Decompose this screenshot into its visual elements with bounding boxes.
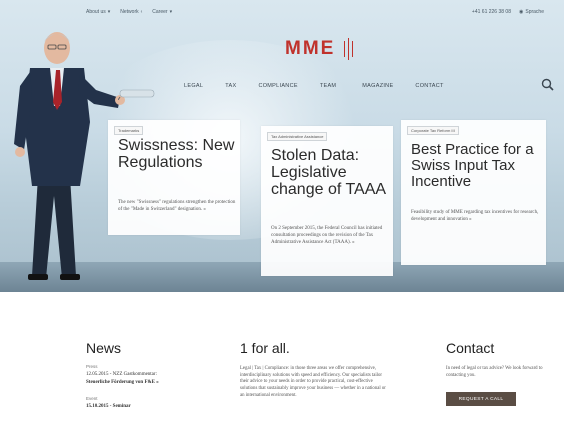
info-section: News Press 12.05.2015 - NZZ Gastkommenta… <box>0 292 564 426</box>
nav-magazine[interactable]: MAGAZINE <box>362 83 393 89</box>
news-item-link[interactable]: Steuerliche Förderung von F&E » <box>86 380 159 385</box>
about-us-link[interactable]: About us ▾ <box>86 9 110 15</box>
card-text: On 2 September 2015, the Federal Council… <box>271 226 383 245</box>
chevron-icon: ‹ <box>140 9 143 15</box>
feature-card-stolen-data[interactable]: Tax Administrative Assistance Stolen Dat… <box>261 126 393 276</box>
nav-tax[interactable]: TAX <box>225 83 236 89</box>
hero-banner: About us ▾ Network ‹ Career ▾ +41 61 226 38… <box>0 0 564 292</box>
card-tag[interactable]: Tax Administrative Assistance <box>267 132 328 141</box>
network-link[interactable]: Network ‹ <box>120 9 142 15</box>
news-category: Press <box>86 364 98 369</box>
logo[interactable]: MME <box>285 38 335 60</box>
news-category: Event <box>86 396 98 401</box>
nav-team[interactable]: TEAM <box>320 83 336 89</box>
chevron-icon: ▾ <box>107 9 111 15</box>
globe-icon: ◉ <box>519 9 524 15</box>
nav-compliance[interactable]: COMPLIANCE <box>258 83 297 89</box>
card-title[interactable]: Stolen Data: Legislative change of TAAA <box>271 147 389 198</box>
one-for-all-heading: 1 for all. <box>240 340 290 356</box>
nav-contact[interactable]: CONTACT <box>415 83 443 89</box>
paint-roller-icon <box>118 89 155 100</box>
news-heading: News <box>86 340 122 356</box>
card-tag[interactable]: Trademarks <box>114 126 144 135</box>
search-icon[interactable] <box>541 78 554 91</box>
card-tag[interactable]: Corporate Tax Reform III <box>407 126 459 135</box>
utility-bar: About us ▾ Network ‹ Career ▾ +41 61 226 38… <box>0 0 564 20</box>
card-text: The new "Swissness" regulations strength… <box>118 200 236 212</box>
news-item-link[interactable]: 15.10.2015 - Seminar <box>86 404 131 409</box>
contact-text: In need of legal or tax advice? We look … <box>446 366 543 378</box>
card-text: Feasibility study of MME regarding tax i… <box>411 210 539 222</box>
chevron-icon: ▾ <box>169 9 173 15</box>
main-nav: LEGAL TAX COMPLIANCE TEAM MAGAZINE CONTA… <box>184 83 444 89</box>
contact-heading: Contact <box>446 340 495 356</box>
feature-card-best-practice[interactable]: Corporate Tax Reform III Best Practice f… <box>401 120 546 265</box>
request-call-button[interactable]: REQUEST A CALL <box>446 392 516 406</box>
language-switch[interactable]: ◉ Sprache <box>519 9 544 15</box>
logo-mark-icon <box>344 38 356 60</box>
feature-card-swissness[interactable]: Trademarks Swissness: New Regulations Th… <box>108 120 240 235</box>
career-link[interactable]: Career ▾ <box>152 9 172 15</box>
page: About us ▾ Network ‹ Career ▾ +41 61 226 38… <box>0 0 564 426</box>
card-title[interactable]: Swissness: New Regulations <box>118 137 236 172</box>
phone-number[interactable]: +41 61 226 38 08 <box>472 9 511 15</box>
nav-legal[interactable]: LEGAL <box>184 83 203 89</box>
card-title[interactable]: Best Practice for a Swiss Input Tax Ince… <box>411 142 539 189</box>
one-for-all-text: Legal | Tax | Compliance: in those three… <box>240 366 386 398</box>
news-item-link[interactable]: 12.05.2015 - NZZ Gastkommentar: <box>86 372 157 377</box>
